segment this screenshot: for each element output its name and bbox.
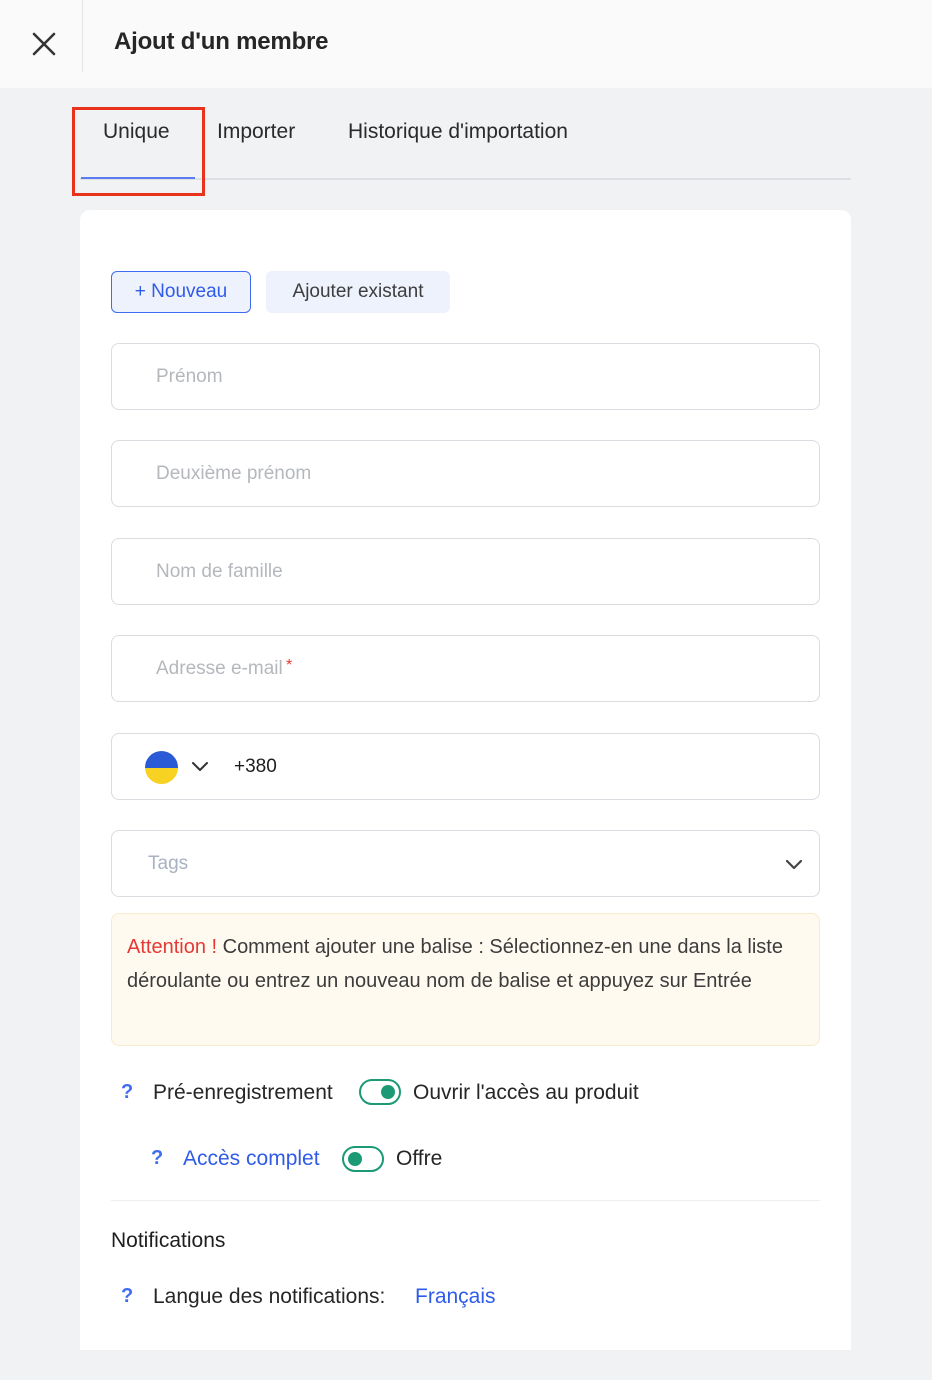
attention-notice: Attention ! Comment ajouter une balise :… [111, 913, 820, 1046]
form-card: + Nouveau Ajouter existant * +380 Tags A… [80, 210, 851, 1350]
last-name-field [111, 538, 820, 605]
tab-import-history[interactable]: Historique d'importation [348, 120, 568, 144]
middle-name-input[interactable] [156, 441, 776, 506]
page-title: Ajout d'un membre [114, 28, 329, 55]
tab-highlight-box [72, 107, 205, 196]
middle-name-field [111, 440, 820, 507]
toggle-knob [348, 1152, 362, 1166]
help-icon[interactable]: ? [151, 1147, 163, 1170]
toggle-knob [381, 1085, 395, 1099]
offer-toggle[interactable] [342, 1146, 384, 1172]
chevron-down-icon[interactable] [190, 756, 210, 776]
ukraine-flag-icon[interactable] [145, 751, 178, 784]
close-button[interactable] [26, 26, 62, 62]
open-access-label: Ouvrir l'accès au produit [413, 1081, 639, 1104]
email-input[interactable] [156, 636, 776, 701]
notifications-title: Notifications [111, 1229, 226, 1252]
attention-text: Comment ajouter une balise : Sélectionne… [127, 936, 783, 992]
first-name-input[interactable] [156, 344, 776, 409]
tab-import[interactable]: Importer [217, 120, 295, 144]
attention-prefix: Attention ! [127, 936, 218, 958]
notification-language-label: Langue des notifications: [153, 1285, 386, 1308]
help-icon[interactable]: ? [121, 1081, 133, 1104]
email-field: * [111, 635, 820, 702]
close-icon [32, 32, 56, 56]
chevron-down-icon [785, 859, 803, 870]
required-mark: * [286, 657, 293, 674]
phone-code[interactable]: +380 [234, 756, 277, 778]
pre-registration-row: ? Pré-enregistrement Ouvrir l'accès au p… [121, 1079, 821, 1109]
full-access-row: ? Accès complet Offre [151, 1145, 651, 1175]
notification-language-row: ? Langue des notifications: Français [121, 1283, 821, 1313]
last-name-input[interactable] [156, 539, 776, 604]
first-name-field [111, 343, 820, 410]
tags-select[interactable]: Tags [111, 830, 820, 897]
tags-placeholder: Tags [148, 853, 189, 874]
pre-registration-label: Pré-enregistrement [153, 1081, 333, 1104]
notification-language-value[interactable]: Français [415, 1285, 496, 1309]
header-divider [82, 0, 83, 72]
header: Ajout d'un membre [0, 0, 932, 88]
phone-field: +380 [111, 733, 820, 800]
new-member-button[interactable]: + Nouveau [111, 271, 251, 313]
full-access-link[interactable]: Accès complet [183, 1147, 320, 1171]
section-divider [111, 1200, 820, 1201]
offer-label: Offre [396, 1147, 443, 1170]
help-icon[interactable]: ? [121, 1285, 133, 1308]
add-existing-button[interactable]: Ajouter existant [266, 271, 450, 313]
open-access-toggle[interactable] [359, 1079, 401, 1105]
